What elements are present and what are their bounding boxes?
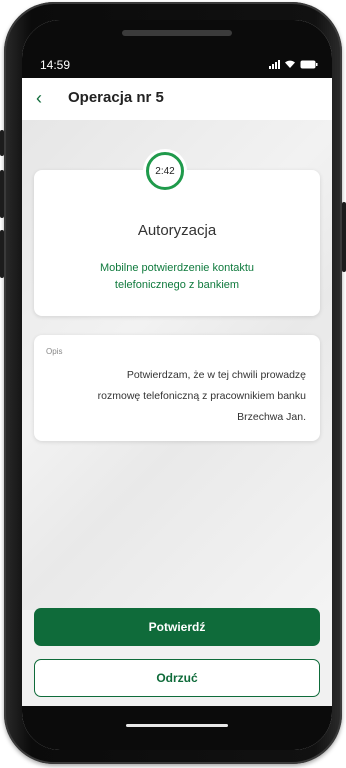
description-label: Opis	[46, 347, 63, 356]
description-line: Brzechwa Jan.	[237, 411, 306, 423]
battery-icon	[300, 60, 318, 68]
authorization-description-line: telefonicznego z bankiem	[114, 279, 240, 291]
volume-up-button	[0, 170, 4, 218]
speaker-notch	[122, 30, 232, 36]
app-header: ‹ Operacja nr 5	[22, 78, 332, 120]
navigation-bar	[22, 706, 332, 750]
description-card: Opis Potwierdzam, że w tej chwili prowad…	[34, 335, 320, 441]
authorization-description: Mobilne potwierdzenie kontaktu telefonic…	[54, 260, 300, 294]
phone-frame: 14:59 ‹ Operacja nr 5 Autoryzacja Mobiln…	[0, 2, 346, 764]
screen: 14:59 ‹ Operacja nr 5 Autoryzacja Mobiln…	[22, 20, 332, 750]
content-area: Autoryzacja Mobilne potwierdzenie kontak…	[22, 120, 332, 610]
volume-down-button	[0, 230, 4, 278]
description-text: Potwierdzam, że w tej chwili prowadzę ro…	[46, 365, 306, 428]
status-time: 14:59	[40, 58, 71, 72]
countdown-timer: 2:42	[146, 152, 184, 190]
confirm-button[interactable]: Potwierdź	[34, 608, 320, 646]
authorization-description-line: Mobilne potwierdzenie kontaktu	[99, 262, 255, 274]
signal-icon	[269, 59, 280, 69]
page-title: Operacja nr 5	[68, 89, 164, 106]
authorization-title: Autoryzacja	[137, 222, 217, 239]
status-bar: 14:59	[22, 20, 332, 78]
power-button	[342, 202, 346, 272]
description-line: rozmowę telefoniczną z pracownikiem bank…	[97, 390, 306, 402]
description-line: Potwierdzam, że w tej chwili prowadzę	[126, 369, 306, 381]
status-icons	[269, 58, 318, 70]
home-indicator[interactable]	[126, 724, 228, 727]
reject-button[interactable]: Odrzuć	[34, 659, 320, 697]
wifi-icon	[285, 60, 295, 68]
authorization-card: Autoryzacja Mobilne potwierdzenie kontak…	[34, 170, 320, 316]
mute-switch	[0, 130, 4, 156]
back-arrow-icon[interactable]: ‹	[36, 88, 42, 109]
